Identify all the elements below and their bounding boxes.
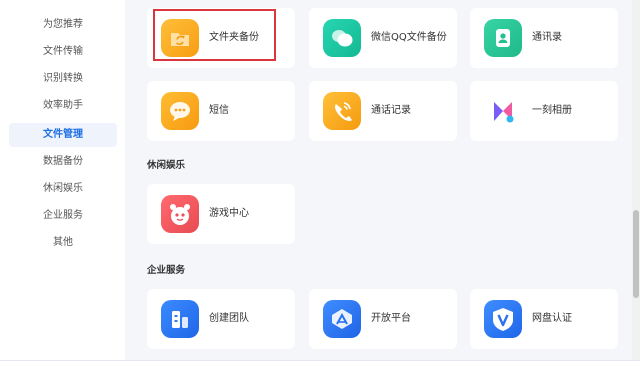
verified-v-icon: [484, 300, 522, 338]
sidebar-item-leisure[interactable]: 休闲娱乐: [9, 177, 117, 201]
game-controller-icon: [161, 195, 199, 233]
scrollbar-thumb[interactable]: [633, 210, 639, 298]
card-wechat-qq-backup[interactable]: 微信QQ文件备份: [309, 8, 457, 68]
card-folder-backup[interactable]: 文件夹备份: [147, 8, 295, 68]
card-label: 通讯录: [532, 32, 562, 43]
chat-bubbles-icon: [323, 19, 361, 57]
card-label: 文件夹备份: [209, 32, 259, 43]
sidebar-item-recognition[interactable]: 识别转换: [9, 67, 117, 91]
contacts-icon: [484, 19, 522, 57]
card-sms[interactable]: 短信: [147, 81, 295, 141]
message-icon: [161, 92, 199, 130]
card-contacts[interactable]: 通讯录: [470, 8, 618, 68]
sidebar-item-data-backup[interactable]: 数据备份: [9, 150, 117, 174]
section-title-enterprise: 企业服务: [147, 265, 186, 276]
phone-call-icon: [323, 92, 361, 130]
team-icon: [161, 300, 199, 338]
card-label: 一刻相册: [532, 105, 572, 116]
card-yike-album[interactable]: 一刻相册: [470, 81, 618, 141]
card-create-team[interactable]: 创建团队: [147, 289, 295, 349]
album-logo-icon: [484, 92, 522, 130]
card-open-platform[interactable]: 开放平台: [309, 289, 457, 349]
sidebar-item-file-management[interactable]: 文件管理: [9, 123, 117, 147]
scrollbar-track[interactable]: [632, 0, 640, 360]
card-label: 开放平台: [371, 313, 411, 324]
bottom-bar: [0, 360, 640, 385]
sidebar-item-enterprise[interactable]: 企业服务: [9, 204, 117, 228]
card-label: 游戏中心: [209, 208, 249, 219]
sidebar-item-other[interactable]: 其他: [9, 231, 117, 255]
card-game-center[interactable]: 游戏中心: [147, 184, 295, 244]
sidebar: 为您推荐 文件传输 识别转换 效率助手 文件管理 数据备份 休闲娱乐 企业服务 …: [0, 0, 125, 360]
card-label: 网盘认证: [532, 313, 572, 324]
card-call-log[interactable]: 通话记录: [309, 81, 457, 141]
section-title-leisure: 休闲娱乐: [147, 160, 186, 171]
sidebar-item-file-transfer[interactable]: 文件传输: [9, 40, 117, 64]
card-label: 创建团队: [209, 313, 249, 324]
sidebar-item-efficiency[interactable]: 效率助手: [9, 94, 117, 118]
card-label: 微信QQ文件备份: [371, 32, 447, 43]
card-label: 短信: [209, 105, 229, 116]
open-platform-icon: [323, 300, 361, 338]
card-cloud-verification[interactable]: 网盘认证: [470, 289, 618, 349]
main-content: 文件夹备份 微信QQ文件备份 通讯录 短信 通话记录 一刻相册 休闲娱乐 游戏中…: [125, 0, 632, 360]
sidebar-item-recommend[interactable]: 为您推荐: [9, 13, 117, 37]
card-label: 通话记录: [371, 105, 411, 116]
folder-sync-icon: [161, 19, 199, 57]
